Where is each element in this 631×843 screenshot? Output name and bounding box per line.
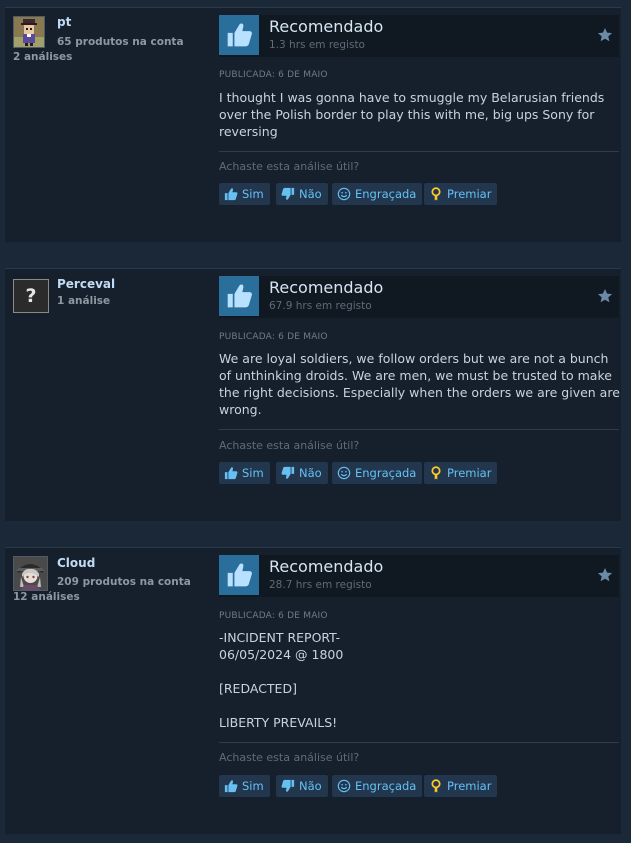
author-reviews-count[interactable]: 2 análises bbox=[13, 51, 72, 63]
author-products-count[interactable]: 65 produtos na conta bbox=[57, 36, 184, 48]
author-name[interactable]: Perceval bbox=[57, 277, 115, 291]
thumbs-down-icon bbox=[281, 466, 295, 480]
review-content: I thought I was gonna have to smuggle my… bbox=[219, 89, 611, 140]
posted-date: PUBLICADA: 6 DE MAIO bbox=[219, 332, 328, 342]
thumbs-down-icon bbox=[281, 187, 295, 201]
award-icon bbox=[429, 466, 443, 480]
recommendation-title: Recomendado bbox=[269, 278, 384, 297]
question-mark-avatar[interactable]: ? bbox=[13, 279, 49, 313]
review-line: I thought I was gonna have to smuggle my… bbox=[219, 90, 605, 105]
star-icon[interactable] bbox=[597, 567, 613, 583]
thumbs-up-icon bbox=[224, 187, 238, 201]
author-name[interactable]: Cloud bbox=[57, 556, 95, 570]
vote-no-button[interactable]: Não bbox=[276, 462, 328, 484]
vote-no-label: Não bbox=[299, 466, 322, 480]
review-card: ? Perceval 1 análise Recomendado 67.9 hr… bbox=[5, 268, 621, 521]
vote-funny-label: Engraçada bbox=[355, 187, 417, 201]
vote-no-label: Não bbox=[299, 187, 322, 201]
review-line: [REDACTED] bbox=[219, 681, 297, 696]
helpful-question: Achaste esta análise útil? bbox=[219, 160, 360, 173]
author-name[interactable]: pt bbox=[57, 15, 71, 29]
vote-header[interactable]: Recomendado 67.9 hrs em registo bbox=[219, 276, 619, 318]
thumbs-up-icon bbox=[219, 555, 259, 595]
smiley-icon bbox=[337, 187, 351, 201]
helpful-question: Achaste esta análise útil? bbox=[219, 751, 360, 764]
divider bbox=[219, 429, 619, 430]
vote-funny-button[interactable]: Engraçada bbox=[332, 775, 423, 797]
thumbs-up-icon bbox=[224, 466, 238, 480]
award-button[interactable]: Premiar bbox=[424, 462, 498, 484]
vote-yes-label: Sim bbox=[242, 466, 264, 480]
award-icon bbox=[429, 187, 443, 201]
review-line: over the Polish border to play this with… bbox=[219, 107, 595, 122]
review-content: We are loyal soldiers, we follow orders … bbox=[219, 350, 620, 418]
review-line: We are loyal soldiers, we follow orders … bbox=[219, 351, 609, 366]
vote-header[interactable]: Recomendado 1.3 hrs em registo bbox=[219, 15, 619, 57]
award-label: Premiar bbox=[447, 187, 492, 201]
smiley-icon bbox=[337, 466, 351, 480]
review-line: reversing bbox=[219, 124, 278, 139]
posted-date: PUBLICADA: 6 DE MAIO bbox=[219, 70, 328, 80]
vote-yes-button[interactable]: Sim bbox=[219, 462, 270, 484]
hours-on-record: 67.9 hrs em registo bbox=[269, 300, 372, 312]
award-label: Premiar bbox=[447, 466, 492, 480]
vote-yes-label: Sim bbox=[242, 779, 264, 793]
award-label: Premiar bbox=[447, 779, 492, 793]
helpful-question: Achaste esta análise útil? bbox=[219, 439, 360, 452]
review-line: of unthinking droids. We are men, we mus… bbox=[219, 368, 612, 383]
avatar-placeholder-glyph: ? bbox=[25, 285, 37, 307]
vote-yes-button[interactable]: Sim bbox=[219, 183, 270, 205]
author-reviews-count[interactable]: 1 análise bbox=[57, 295, 110, 307]
anime-character-avatar[interactable] bbox=[13, 556, 48, 591]
review-line: LIBERTY PREVAILS! bbox=[219, 715, 338, 730]
vote-header[interactable]: Recomendado 28.7 hrs em registo bbox=[219, 555, 619, 597]
thumbs-up-icon bbox=[224, 779, 238, 793]
vote-funny-label: Engraçada bbox=[355, 779, 417, 793]
author-products-count[interactable]: 209 produtos na conta bbox=[57, 576, 191, 588]
hours-on-record: 28.7 hrs em registo bbox=[269, 579, 372, 591]
vote-yes-label: Sim bbox=[242, 187, 264, 201]
thumbs-up-icon bbox=[219, 15, 259, 55]
recommendation-title: Recomendado bbox=[269, 557, 384, 576]
divider bbox=[219, 151, 619, 152]
vote-no-button[interactable]: Não bbox=[276, 183, 328, 205]
review-line: wrong. bbox=[219, 402, 262, 417]
star-icon[interactable] bbox=[597, 27, 613, 43]
review-line bbox=[219, 697, 611, 714]
divider bbox=[219, 742, 619, 743]
author-reviews-count[interactable]: 12 análises bbox=[13, 591, 80, 603]
vote-funny-label: Engraçada bbox=[355, 466, 417, 480]
vote-funny-button[interactable]: Engraçada bbox=[332, 183, 423, 205]
smiley-icon bbox=[337, 779, 351, 793]
star-icon[interactable] bbox=[597, 288, 613, 304]
thumbs-down-icon bbox=[281, 779, 295, 793]
award-button[interactable]: Premiar bbox=[424, 183, 498, 205]
review-content: -INCIDENT REPORT- 06/05/2024 @ 1800 [RED… bbox=[219, 629, 611, 731]
review-line bbox=[219, 663, 611, 680]
thumbs-up-icon bbox=[219, 276, 259, 316]
vote-yes-button[interactable]: Sim bbox=[219, 775, 270, 797]
vote-funny-button[interactable]: Engraçada bbox=[332, 462, 423, 484]
review-line: the right decisions. Especially when the… bbox=[219, 385, 620, 400]
award-icon bbox=[429, 779, 443, 793]
vote-no-label: Não bbox=[299, 779, 322, 793]
pixel-avatar[interactable] bbox=[13, 16, 45, 48]
review-line: 06/05/2024 @ 1800 bbox=[219, 647, 344, 662]
review-line: -INCIDENT REPORT- bbox=[219, 630, 341, 645]
hours-on-record: 1.3 hrs em registo bbox=[269, 39, 365, 51]
posted-date: PUBLICADA: 6 DE MAIO bbox=[219, 611, 328, 621]
recommendation-title: Recomendado bbox=[269, 17, 384, 36]
vote-no-button[interactable]: Não bbox=[276, 775, 328, 797]
review-card: Cloud 209 produtos na conta 12 análises … bbox=[5, 547, 621, 834]
award-button[interactable]: Premiar bbox=[424, 775, 498, 797]
review-card: pt 65 produtos na conta 2 análises Recom… bbox=[5, 7, 621, 242]
